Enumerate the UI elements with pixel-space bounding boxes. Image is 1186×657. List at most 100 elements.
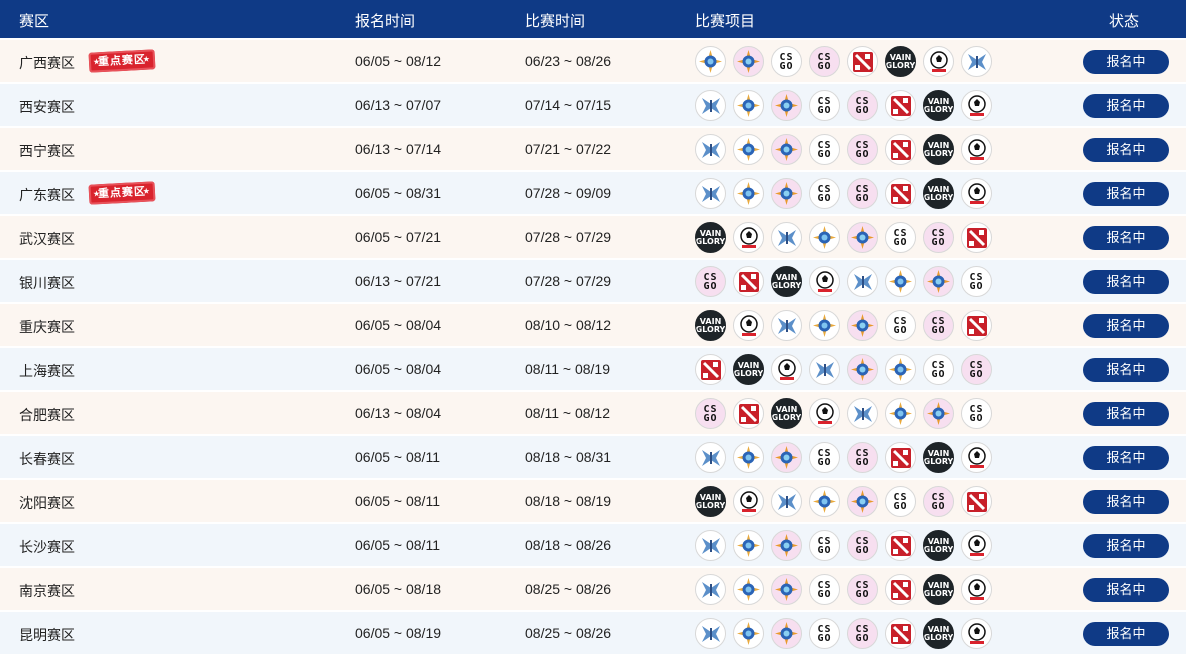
overwatch-icon[interactable]: [771, 574, 802, 605]
hearthstone-icon[interactable]: [733, 574, 764, 605]
csgo-icon[interactable]: CS GO: [809, 46, 840, 77]
signup-status-button[interactable]: 报名中: [1083, 182, 1169, 206]
fifa-online-icon[interactable]: [733, 486, 764, 517]
vainglory-icon[interactable]: VAIN GLORY: [771, 266, 802, 297]
starcraft-icon[interactable]: [695, 134, 726, 165]
overwatch-icon[interactable]: [771, 134, 802, 165]
overwatch-icon[interactable]: [847, 222, 878, 253]
dota2-icon[interactable]: [961, 310, 992, 341]
overwatch-icon[interactable]: [923, 266, 954, 297]
overwatch-icon[interactable]: [923, 398, 954, 429]
csgo-icon[interactable]: CS GO: [847, 442, 878, 473]
overwatch-icon[interactable]: [733, 46, 764, 77]
dota2-icon[interactable]: [885, 442, 916, 473]
hearthstone-icon[interactable]: [733, 178, 764, 209]
csgo-icon[interactable]: CS GO: [809, 90, 840, 121]
overwatch-icon[interactable]: [771, 618, 802, 649]
overwatch-icon[interactable]: [847, 310, 878, 341]
signup-status-button[interactable]: 报名中: [1083, 578, 1169, 602]
dota2-icon[interactable]: [961, 486, 992, 517]
dota2-icon[interactable]: [885, 90, 916, 121]
csgo-icon[interactable]: CS GO: [847, 90, 878, 121]
hearthstone-icon[interactable]: [885, 266, 916, 297]
vainglory-icon[interactable]: VAIN GLORY: [695, 310, 726, 341]
overwatch-icon[interactable]: [771, 530, 802, 561]
dota2-icon[interactable]: [885, 530, 916, 561]
vainglory-icon[interactable]: VAIN GLORY: [733, 354, 764, 385]
starcraft-icon[interactable]: [961, 46, 992, 77]
vainglory-icon[interactable]: VAIN GLORY: [695, 222, 726, 253]
csgo-icon[interactable]: CS GO: [923, 354, 954, 385]
hearthstone-icon[interactable]: [695, 46, 726, 77]
csgo-icon[interactable]: CS GO: [923, 310, 954, 341]
csgo-icon[interactable]: CS GO: [695, 266, 726, 297]
dota2-icon[interactable]: [885, 618, 916, 649]
hearthstone-icon[interactable]: [733, 442, 764, 473]
signup-status-button[interactable]: 报名中: [1083, 50, 1169, 74]
fifa-online-icon[interactable]: [961, 90, 992, 121]
signup-status-button[interactable]: 报名中: [1083, 226, 1169, 250]
starcraft-icon[interactable]: [847, 266, 878, 297]
overwatch-icon[interactable]: [847, 354, 878, 385]
fifa-online-icon[interactable]: [961, 178, 992, 209]
csgo-icon[interactable]: CS GO: [771, 46, 802, 77]
csgo-icon[interactable]: CS GO: [885, 222, 916, 253]
dota2-icon[interactable]: [885, 574, 916, 605]
vainglory-icon[interactable]: VAIN GLORY: [923, 178, 954, 209]
fifa-online-icon[interactable]: [923, 46, 954, 77]
csgo-icon[interactable]: CS GO: [847, 134, 878, 165]
signup-status-button[interactable]: 报名中: [1083, 270, 1169, 294]
fifa-online-icon[interactable]: [809, 266, 840, 297]
fifa-online-icon[interactable]: [961, 574, 992, 605]
vainglory-icon[interactable]: VAIN GLORY: [695, 486, 726, 517]
starcraft-icon[interactable]: [695, 178, 726, 209]
hearthstone-icon[interactable]: [733, 618, 764, 649]
dota2-icon[interactable]: [695, 354, 726, 385]
vainglory-icon[interactable]: VAIN GLORY: [771, 398, 802, 429]
csgo-icon[interactable]: CS GO: [961, 354, 992, 385]
signup-status-button[interactable]: 报名中: [1083, 402, 1169, 426]
starcraft-icon[interactable]: [771, 310, 802, 341]
vainglory-icon[interactable]: VAIN GLORY: [923, 530, 954, 561]
fifa-online-icon[interactable]: [961, 134, 992, 165]
vainglory-icon[interactable]: VAIN GLORY: [923, 90, 954, 121]
signup-status-button[interactable]: 报名中: [1083, 490, 1169, 514]
overwatch-icon[interactable]: [771, 442, 802, 473]
hearthstone-icon[interactable]: [885, 354, 916, 385]
starcraft-icon[interactable]: [695, 530, 726, 561]
csgo-icon[interactable]: CS GO: [847, 178, 878, 209]
csgo-icon[interactable]: CS GO: [809, 618, 840, 649]
starcraft-icon[interactable]: [847, 398, 878, 429]
fifa-online-icon[interactable]: [961, 618, 992, 649]
csgo-icon[interactable]: CS GO: [809, 530, 840, 561]
starcraft-icon[interactable]: [695, 618, 726, 649]
starcraft-icon[interactable]: [695, 90, 726, 121]
csgo-icon[interactable]: CS GO: [847, 618, 878, 649]
csgo-icon[interactable]: CS GO: [809, 574, 840, 605]
fifa-online-icon[interactable]: [809, 398, 840, 429]
signup-status-button[interactable]: 报名中: [1083, 94, 1169, 118]
csgo-icon[interactable]: CS GO: [847, 530, 878, 561]
dota2-icon[interactable]: [885, 134, 916, 165]
hearthstone-icon[interactable]: [733, 530, 764, 561]
vainglory-icon[interactable]: VAIN GLORY: [923, 442, 954, 473]
vainglory-icon[interactable]: VAIN GLORY: [885, 46, 916, 77]
csgo-icon[interactable]: CS GO: [923, 486, 954, 517]
csgo-icon[interactable]: CS GO: [809, 178, 840, 209]
overwatch-icon[interactable]: [847, 486, 878, 517]
hearthstone-icon[interactable]: [733, 134, 764, 165]
dota2-icon[interactable]: [733, 398, 764, 429]
fifa-online-icon[interactable]: [771, 354, 802, 385]
dota2-icon[interactable]: [885, 178, 916, 209]
hearthstone-icon[interactable]: [733, 90, 764, 121]
fifa-online-icon[interactable]: [733, 310, 764, 341]
starcraft-icon[interactable]: [771, 486, 802, 517]
hearthstone-icon[interactable]: [809, 222, 840, 253]
dota2-icon[interactable]: [733, 266, 764, 297]
csgo-icon[interactable]: CS GO: [695, 398, 726, 429]
signup-status-button[interactable]: 报名中: [1083, 358, 1169, 382]
hearthstone-icon[interactable]: [809, 310, 840, 341]
signup-status-button[interactable]: 报名中: [1083, 138, 1169, 162]
csgo-icon[interactable]: CS GO: [923, 222, 954, 253]
signup-status-button[interactable]: 报名中: [1083, 622, 1169, 646]
